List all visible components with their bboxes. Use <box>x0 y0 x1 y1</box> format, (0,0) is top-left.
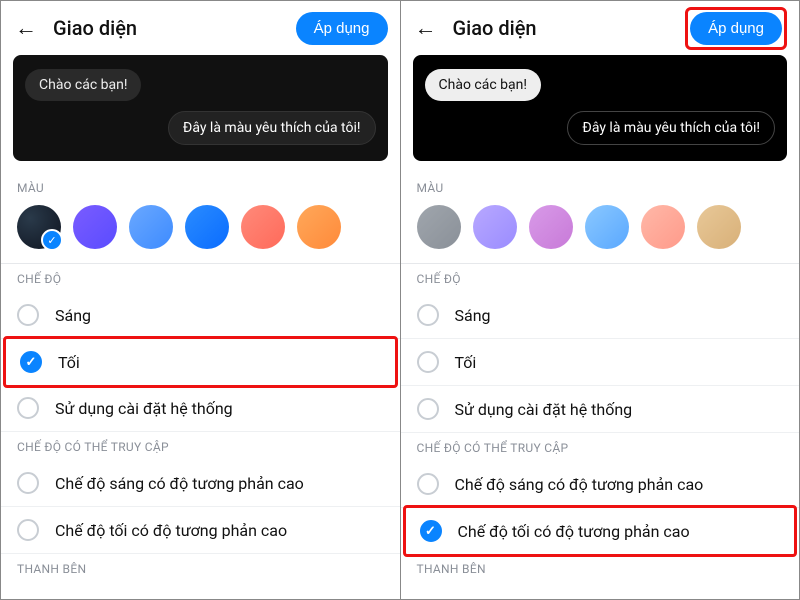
color-swatch-peach[interactable] <box>641 205 685 249</box>
section-accessible-label: CHẾ ĐỘ CÓ THỂ TRUY CẬP <box>1 432 400 460</box>
color-swatch-dark[interactable] <box>17 205 61 249</box>
radio-icon <box>17 519 39 541</box>
color-swatch-blue[interactable] <box>185 205 229 249</box>
section-bottom-label: THANH BÊN <box>401 554 800 582</box>
page-title: Giao diện <box>453 16 686 40</box>
accessible-option-light-hc[interactable]: Chế độ sáng có độ tương phản cao <box>1 460 400 507</box>
color-swatch-grey[interactable] <box>417 205 461 249</box>
color-swatch-sky[interactable] <box>585 205 629 249</box>
accessible-option-light-hc[interactable]: Chế độ sáng có độ tương phản cao <box>401 461 800 508</box>
accessible-option-dark-hc[interactable]: Chế độ tối có độ tương phản cao <box>1 507 400 554</box>
page-title: Giao diện <box>53 16 296 40</box>
color-swatch-pink[interactable] <box>529 205 573 249</box>
bubble-outgoing: Đây là màu yêu thích của tôi! <box>567 111 775 145</box>
radio-icon <box>17 304 39 326</box>
mode-option-light[interactable]: Sáng <box>401 292 800 339</box>
radio-icon <box>417 304 439 326</box>
option-label: Sử dụng cài đặt hệ thống <box>455 400 633 419</box>
accessible-option-dark-hc[interactable]: Chế độ tối có độ tương phản cao <box>403 505 798 557</box>
color-swatch-coral[interactable] <box>241 205 285 249</box>
chat-preview: Chào các bạn! Đây là màu yêu thích của t… <box>413 55 788 161</box>
mode-option-system[interactable]: Sử dụng cài đặt hệ thống <box>1 385 400 432</box>
pane-right: ← Giao diện Áp dụng Chào các bạn! Đây là… <box>401 1 800 599</box>
color-swatch-blue-light[interactable] <box>129 205 173 249</box>
option-label: Chế độ sáng có độ tương phản cao <box>455 475 704 494</box>
color-swatch-tan[interactable] <box>697 205 741 249</box>
radio-icon-checked <box>20 351 42 373</box>
color-swatch-orange[interactable] <box>297 205 341 249</box>
chat-preview: Chào các bạn! Đây là màu yêu thích của t… <box>13 55 388 161</box>
radio-icon <box>17 397 39 419</box>
header: ← Giao diện Áp dụng <box>401 1 800 55</box>
bubble-outgoing: Đây là màu yêu thích của tôi! <box>168 111 376 145</box>
option-label: Tối <box>455 353 477 372</box>
section-color-label: MÀU <box>1 173 400 201</box>
option-label: Tối <box>58 353 80 372</box>
radio-icon <box>17 472 39 494</box>
back-icon[interactable]: ← <box>13 11 45 45</box>
section-mode-label: CHẾ ĐỘ <box>1 264 400 292</box>
section-mode-label: CHẾ ĐỘ <box>401 264 800 292</box>
mode-option-light[interactable]: Sáng <box>1 292 400 339</box>
header: ← Giao diện Áp dụng <box>1 1 400 55</box>
section-accessible-label: CHẾ ĐỘ CÓ THỂ TRUY CẬP <box>401 433 800 461</box>
color-swatch-lavender[interactable] <box>473 205 517 249</box>
option-label: Chế độ tối có độ tương phản cao <box>55 521 287 540</box>
highlight-apply: Áp dụng <box>685 7 787 50</box>
radio-icon-checked <box>420 520 442 542</box>
radio-icon <box>417 351 439 373</box>
option-label: Sử dụng cài đặt hệ thống <box>55 399 233 418</box>
mode-option-system[interactable]: Sử dụng cài đặt hệ thống <box>401 386 800 433</box>
back-icon[interactable]: ← <box>413 11 445 45</box>
apply-button[interactable]: Áp dụng <box>296 12 388 45</box>
radio-icon <box>417 398 439 420</box>
bubble-incoming: Chào các bạn! <box>425 69 541 101</box>
section-bottom-label: THANH BÊN <box>1 554 400 582</box>
color-swatch-purple[interactable] <box>73 205 117 249</box>
comparison-container: ← Giao diện Áp dụng Chào các bạn! Đây là… <box>0 0 800 600</box>
option-label: Sáng <box>55 306 91 325</box>
pane-left: ← Giao diện Áp dụng Chào các bạn! Đây là… <box>1 1 400 599</box>
mode-option-dark[interactable]: Tối <box>401 339 800 386</box>
option-label: Chế độ tối có độ tương phản cao <box>458 522 690 541</box>
color-swatches <box>401 201 800 263</box>
option-label: Chế độ sáng có độ tương phản cao <box>55 474 304 493</box>
apply-button[interactable]: Áp dụng <box>690 12 782 45</box>
color-swatches <box>1 201 400 263</box>
option-label: Sáng <box>455 306 491 325</box>
section-color-label: MÀU <box>401 173 800 201</box>
mode-option-dark[interactable]: Tối <box>3 336 398 388</box>
radio-icon <box>417 473 439 495</box>
bubble-incoming: Chào các bạn! <box>25 69 141 101</box>
